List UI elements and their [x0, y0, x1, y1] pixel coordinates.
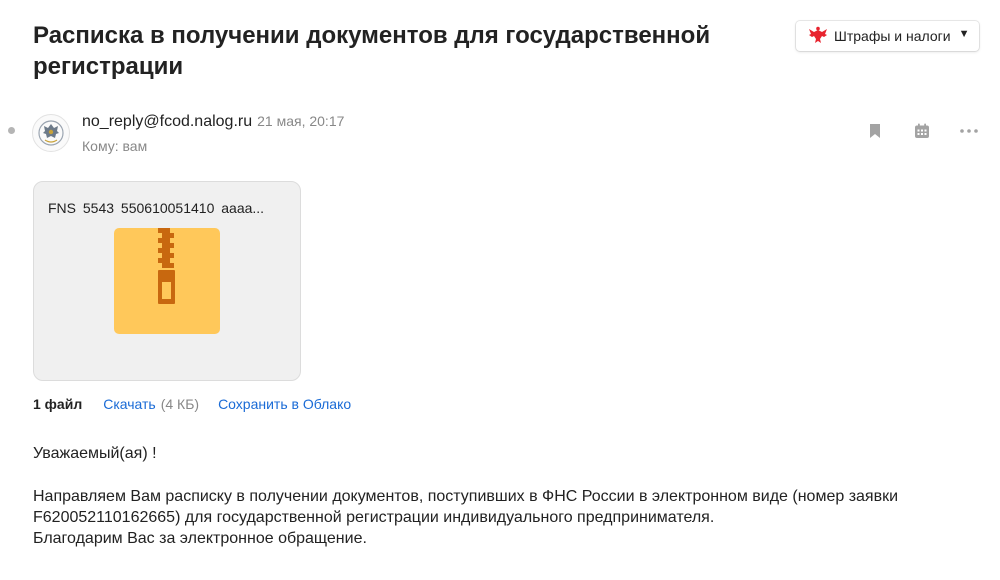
calendar-icon[interactable] [909, 120, 935, 142]
sender-avatar[interactable] [32, 114, 70, 152]
save-to-cloud-link[interactable]: Сохранить в Облако [218, 395, 351, 413]
body-greeting: Уважаемый(ая) ! [33, 445, 157, 462]
file-count: 1 файл [33, 396, 83, 412]
body-paragraph: Направляем Вам расписку в получении доку… [33, 488, 899, 526]
caret-down-icon: ▼ [958, 28, 970, 40]
unread-indicator[interactable] [8, 127, 15, 134]
zip-archive-icon [114, 228, 220, 334]
download-link[interactable]: Скачать [103, 395, 156, 413]
eagle-emblem-icon [808, 26, 828, 47]
message-actions [862, 120, 982, 142]
sender-line: no_reply@fcod.nalog.ru 21 мая, 20:17 [82, 111, 344, 132]
email-subject: Расписка в получении документов для госу… [33, 22, 711, 80]
label-dropdown[interactable]: Штрафы и налоги ▼ [796, 21, 979, 51]
label-text: Штрафы и налоги [834, 28, 951, 44]
body-thanks: Благодарим Вас за электронное обращение. [33, 530, 367, 547]
file-size: (4 КБ) [160, 396, 200, 412]
recipient-line[interactable]: Кому: вам [82, 137, 147, 155]
attachment-card[interactable]: FNS 5543 550610051410 aaaa... [33, 181, 301, 381]
more-icon[interactable] [956, 120, 982, 142]
message-date: 21 мая, 20:17 [257, 113, 345, 129]
bookmark-icon[interactable] [862, 120, 888, 142]
attachment-filename: FNS 5543 550610051410 aaaa... [48, 200, 265, 216]
message-body: Уважаемый(ая) ! Направляем Вам расписку … [33, 443, 973, 549]
fns-emblem-icon [38, 120, 64, 146]
sender-email[interactable]: no_reply@fcod.nalog.ru [82, 113, 252, 130]
file-bar: 1 файл Скачать (4 КБ) Сохранить в Облако [33, 395, 351, 413]
